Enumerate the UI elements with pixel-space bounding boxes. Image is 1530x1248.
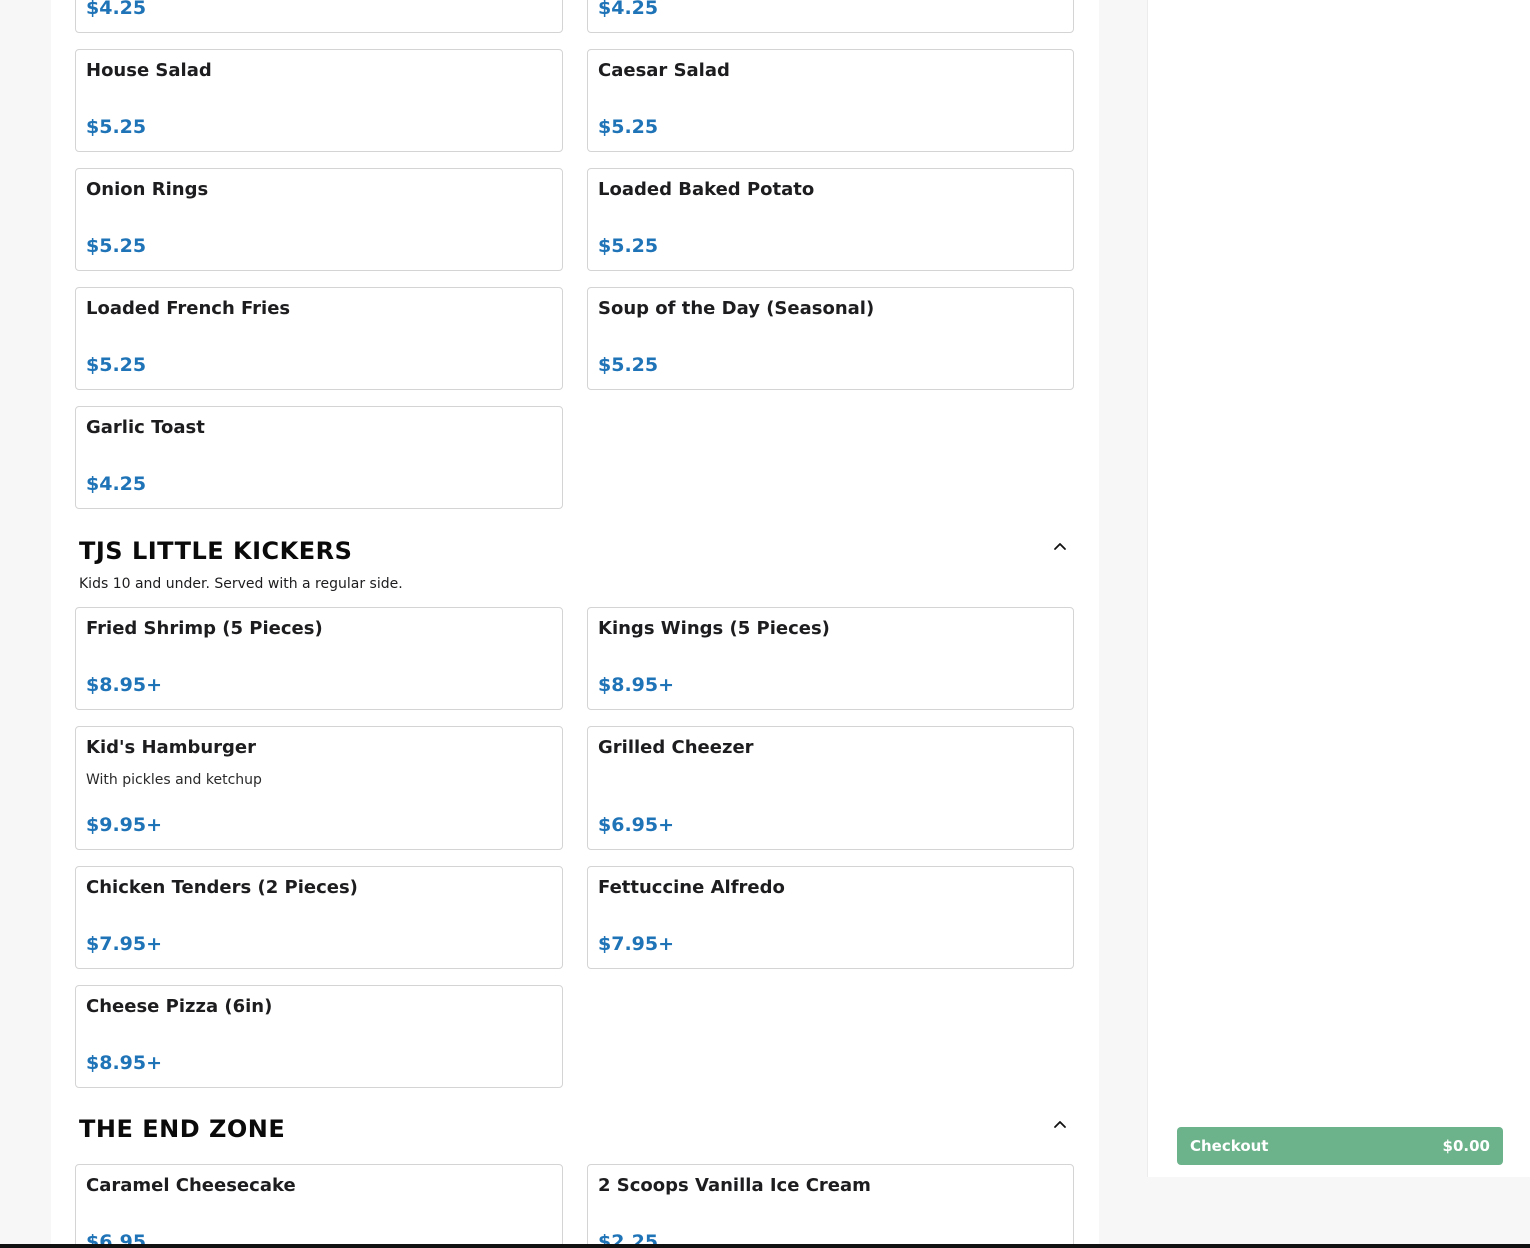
item-price: $5.25	[598, 354, 659, 376]
menu-item-card[interactable]: Caesar Salad $5.25	[587, 49, 1074, 152]
item-name: Garlic Toast	[86, 417, 205, 438]
item-price: $6.95+	[598, 814, 675, 836]
item-name: Loaded French Fries	[86, 298, 291, 319]
item-price: $7.95+	[86, 933, 163, 955]
cart-sidebar: Checkout $0.00	[1147, 0, 1530, 1177]
section-description: Kids 10 and under. Served with a regular…	[79, 576, 403, 592]
menu-column: $4.25 $4.25 House Salad $5.25 Caesar Sal…	[51, 0, 1099, 1248]
item-price: $9.95+	[86, 814, 163, 836]
item-price: $8.95+	[86, 1052, 163, 1074]
section-header-kids: TJS LITTLE KICKERS Kids 10 and under. Se…	[79, 536, 1074, 592]
end-zone-items-grid: Caramel Cheesecake $6.95 2 Scoops Vanill…	[75, 1164, 1074, 1248]
menu-item-card[interactable]: $4.25	[587, 0, 1074, 33]
collapse-section-button[interactable]	[1046, 1110, 1074, 1138]
section-title: TJS LITTLE KICKERS	[79, 537, 353, 565]
item-price: $5.25	[598, 235, 659, 257]
item-name: 2 Scoops Vanilla Ice Cream	[598, 1175, 871, 1196]
menu-item-card[interactable]: Grilled Cheezer $6.95+	[587, 726, 1074, 850]
menu-item-card[interactable]: Kid's Hamburger With pickles and ketchup…	[75, 726, 563, 850]
item-description: With pickles and ketchup	[86, 772, 262, 788]
ordering-page: $4.25 $4.25 House Salad $5.25 Caesar Sal…	[0, 0, 1530, 1248]
item-price: $4.25	[598, 0, 659, 19]
section-header-end-zone: THE END ZONE	[79, 1114, 1074, 1144]
menu-item-card[interactable]: Kings Wings (5 Pieces) $8.95+	[587, 607, 1074, 710]
item-price: $8.95+	[598, 674, 675, 696]
checkout-button[interactable]: Checkout $0.00	[1177, 1127, 1503, 1165]
menu-item-card[interactable]: Fried Shrimp (5 Pieces) $8.95+	[75, 607, 563, 710]
bottom-edge-bar	[0, 1244, 1530, 1248]
menu-item-card[interactable]: Fettuccine Alfredo $7.95+	[587, 866, 1074, 969]
item-price: $7.95+	[598, 933, 675, 955]
menu-item-card[interactable]: $4.25	[75, 0, 563, 33]
menu-item-card[interactable]: Soup of the Day (Seasonal) $5.25	[587, 287, 1074, 390]
item-name: Cheese Pizza (6in)	[86, 996, 273, 1017]
item-name: Onion Rings	[86, 179, 209, 200]
menu-item-card[interactable]: House Salad $5.25	[75, 49, 563, 152]
item-name: Loaded Baked Potato	[598, 179, 815, 200]
section-title: THE END ZONE	[79, 1115, 286, 1143]
item-name: Grilled Cheezer	[598, 737, 754, 758]
item-name: Chicken Tenders (2 Pieces)	[86, 877, 358, 898]
checkout-label: Checkout	[1190, 1137, 1269, 1155]
item-name: Caramel Cheesecake	[86, 1175, 296, 1196]
item-name: Caesar Salad	[598, 60, 730, 81]
item-price: $4.25	[86, 0, 147, 19]
menu-item-card[interactable]: 2 Scoops Vanilla Ice Cream $2.25	[587, 1164, 1074, 1248]
item-name: Fried Shrimp (5 Pieces)	[86, 618, 323, 639]
menu-item-card[interactable]: Cheese Pizza (6in) $8.95+	[75, 985, 563, 1088]
item-price: $8.95+	[86, 674, 163, 696]
item-name: Fettuccine Alfredo	[598, 877, 785, 898]
menu-item-card[interactable]: Chicken Tenders (2 Pieces) $7.95+	[75, 866, 563, 969]
menu-item-card[interactable]: Onion Rings $5.25	[75, 168, 563, 271]
collapse-section-button[interactable]	[1046, 532, 1074, 560]
item-price: $5.25	[598, 116, 659, 138]
item-name: Kid's Hamburger	[86, 737, 257, 758]
chevron-up-icon	[1054, 543, 1066, 550]
menu-item-card[interactable]: Loaded French Fries $5.25	[75, 287, 563, 390]
item-price: $5.25	[86, 116, 147, 138]
item-price: $4.25	[86, 473, 147, 495]
item-name: Kings Wings (5 Pieces)	[598, 618, 830, 639]
item-price: $5.25	[86, 235, 147, 257]
item-name: Soup of the Day (Seasonal)	[598, 298, 875, 319]
item-name: House Salad	[86, 60, 212, 81]
menu-item-card[interactable]: Caramel Cheesecake $6.95	[75, 1164, 563, 1248]
chevron-up-icon	[1054, 1121, 1066, 1128]
kids-items-grid: Fried Shrimp (5 Pieces) $8.95+ Kings Win…	[75, 607, 1074, 1088]
menu-item-card[interactable]: Loaded Baked Potato $5.25	[587, 168, 1074, 271]
item-price: $5.25	[86, 354, 147, 376]
sides-items-grid: $4.25 $4.25 House Salad $5.25 Caesar Sal…	[75, 0, 1074, 509]
menu-item-card[interactable]: Garlic Toast $4.25	[75, 406, 563, 509]
cart-total: $0.00	[1442, 1137, 1490, 1155]
